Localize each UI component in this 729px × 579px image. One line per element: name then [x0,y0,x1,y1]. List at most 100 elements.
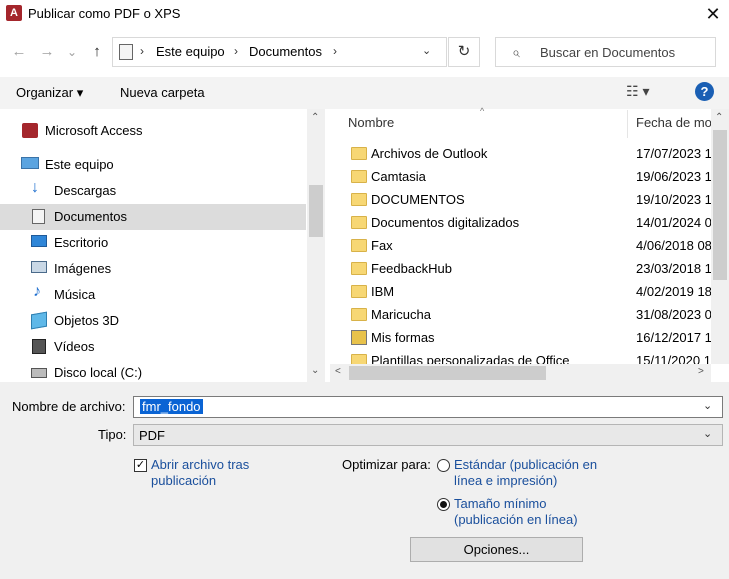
scroll-left-icon[interactable]: < [335,366,341,377]
breadcrumb-documentos[interactable]: Documentos [249,44,322,59]
search-input[interactable]: ⌕ Buscar en Documentos [495,37,716,67]
close-button[interactable]: ✕ [700,2,726,26]
file-date: 16/12/2017 1 [636,330,712,345]
new-folder-button[interactable]: Nueva carpeta [120,85,205,100]
download-icon: ↓ [31,179,39,196]
folder-icon [351,308,367,321]
folder-icon [351,193,367,206]
search-icon: ⌕ [512,44,520,60]
sidebar-item-label: Documentos [54,209,127,224]
file-list-horizontal-thumb[interactable] [349,366,546,380]
organize-button[interactable]: Organizar ▾ [16,85,83,101]
navigation-pane: Microsoft Access Este equipo ↓ Descargas… [0,109,325,382]
refresh-button[interactable]: ↻ [448,37,480,67]
file-type-select[interactable]: PDF ⌄ [133,424,723,446]
sidebar-item-imagenes[interactable]: Imágenes [0,256,306,282]
sidebar-item-label: Este equipo [45,157,114,172]
sidebar-item-label: Música [54,287,96,302]
options-button[interactable]: Opciones... [410,537,583,562]
file-type-label: Tipo: [98,427,127,442]
scroll-right-icon[interactable]: > [698,366,704,377]
folder-icon [351,170,367,183]
file-date: 17/07/2023 1( [636,146,717,161]
computer-icon [21,157,39,169]
file-type-value: PDF [139,428,165,443]
file-name: Archivos de Outlook [371,146,488,161]
address-bar[interactable]: › Este equipo › Documentos › ⌄ [112,37,447,67]
filename-label: Nombre de archivo: [12,399,126,414]
optimize-for-label: Optimizar para: [342,457,431,472]
filename-input[interactable]: fmr_fondo ⌄ [133,396,723,418]
breadcrumb-separator: › [140,44,144,58]
file-row[interactable]: Archivos de Outlook 17/07/2023 1( [348,143,728,166]
minimum-size-radio[interactable] [437,498,450,511]
chevron-down-icon[interactable]: ⌄ [703,399,712,412]
back-arrow-icon[interactable]: ← [9,40,29,64]
file-date: 15/11/2020 1/ [636,353,715,364]
file-name: Documentos digitalizados [371,215,520,230]
scroll-up-icon[interactable]: ⌃ [311,112,319,123]
sidebar-item-escritorio[interactable]: Escritorio [0,230,306,256]
nav-scrollbar[interactable]: ⌃ ⌄ [307,109,325,382]
sidebar-item-videos[interactable]: Vídeos [0,334,306,360]
folder-icon [351,354,367,364]
standard-radio[interactable] [437,459,450,472]
sidebar-item-musica[interactable]: ♪ Música [0,282,306,308]
file-date: 4/02/2019 18: [636,284,716,299]
file-name: Mis formas [371,330,435,345]
file-date: 14/01/2024 0( [636,215,717,230]
open-after-publish-checkbox[interactable]: ✓ [134,459,147,472]
help-icon[interactable]: ? [695,82,714,101]
column-divider[interactable] [627,110,628,138]
nav-scroll-thumb[interactable] [309,185,323,237]
file-row[interactable]: Fax 4/06/2018 08: [348,235,728,258]
sidebar-item-descargas[interactable]: ↓ Descargas [0,178,306,204]
file-list-vertical-thumb[interactable] [713,130,727,280]
title-bar: A Publicar como PDF o XPS ✕ [0,0,729,30]
document-location-icon [119,44,133,60]
music-icon: ♪ [33,283,41,300]
address-dropdown-icon[interactable]: ⌄ [422,44,431,57]
sidebar-item-label: Objetos 3D [54,313,120,328]
open-after-publish-label[interactable]: Abrir archivo tras publicación [151,457,281,489]
sidebar-item-este-equipo[interactable]: Este equipo [0,152,306,178]
file-name: Fax [371,238,393,253]
breadcrumb-este-equipo[interactable]: Este equipo [156,44,225,59]
chevron-down-icon: ▾ [76,85,84,100]
up-arrow-icon[interactable]: ↑ [87,40,107,64]
file-row[interactable]: Camtasia 19/06/2023 1! [348,166,728,189]
cube-icon [31,311,47,330]
file-row[interactable]: Documentos digitalizados 14/01/2024 0( [348,212,728,235]
file-row[interactable]: Plantillas personalizadas de Office 15/1… [348,350,728,364]
sidebar-item-label: Imágenes [54,261,112,276]
folder-icon [351,239,367,252]
access-app-icon: A [6,5,22,21]
folder-icon [351,285,367,298]
file-row[interactable]: Mis formas 16/12/2017 1 [348,327,728,350]
sidebar-item-documentos[interactable]: Documentos [0,204,306,230]
recent-locations-icon[interactable]: ⌄ [62,40,82,64]
folder-icon [351,147,367,160]
file-row[interactable]: IBM 4/02/2019 18: [348,281,728,304]
pictures-icon [31,261,47,273]
file-row[interactable]: DOCUMENTOS 19/10/2023 1: [348,189,728,212]
forward-arrow-icon[interactable]: → [37,40,57,64]
column-header-date[interactable]: Fecha de mo [636,115,712,130]
sidebar-item-disco-local[interactable]: Disco local (C:) [0,360,306,382]
document-icon [32,209,45,224]
minimum-size-option-label[interactable]: Tamaño mínimo (publicación en línea) [454,496,604,528]
scroll-up-icon[interactable]: ⌃ [715,112,723,123]
chevron-down-icon[interactable]: ⌄ [703,427,712,440]
file-row[interactable]: Maricucha 31/08/2023 0( [348,304,728,327]
radio-selected-dot [440,501,447,508]
sidebar-item-objetos-3d[interactable]: Objetos 3D [0,308,306,334]
file-row[interactable]: FeedbackHub 23/03/2018 1. [348,258,728,281]
standard-option-label[interactable]: Estándar (publicación en línea e impresi… [454,457,604,489]
file-name: FeedbackHub [371,261,452,276]
column-header-name[interactable]: Nombre [348,115,394,130]
scroll-down-icon[interactable]: ⌄ [311,365,319,376]
sidebar-item-microsoft-access[interactable]: Microsoft Access [0,118,306,144]
file-name: Maricucha [371,307,431,322]
video-icon [32,339,46,354]
view-options-icon[interactable]: ☷ ▾ [626,83,649,100]
